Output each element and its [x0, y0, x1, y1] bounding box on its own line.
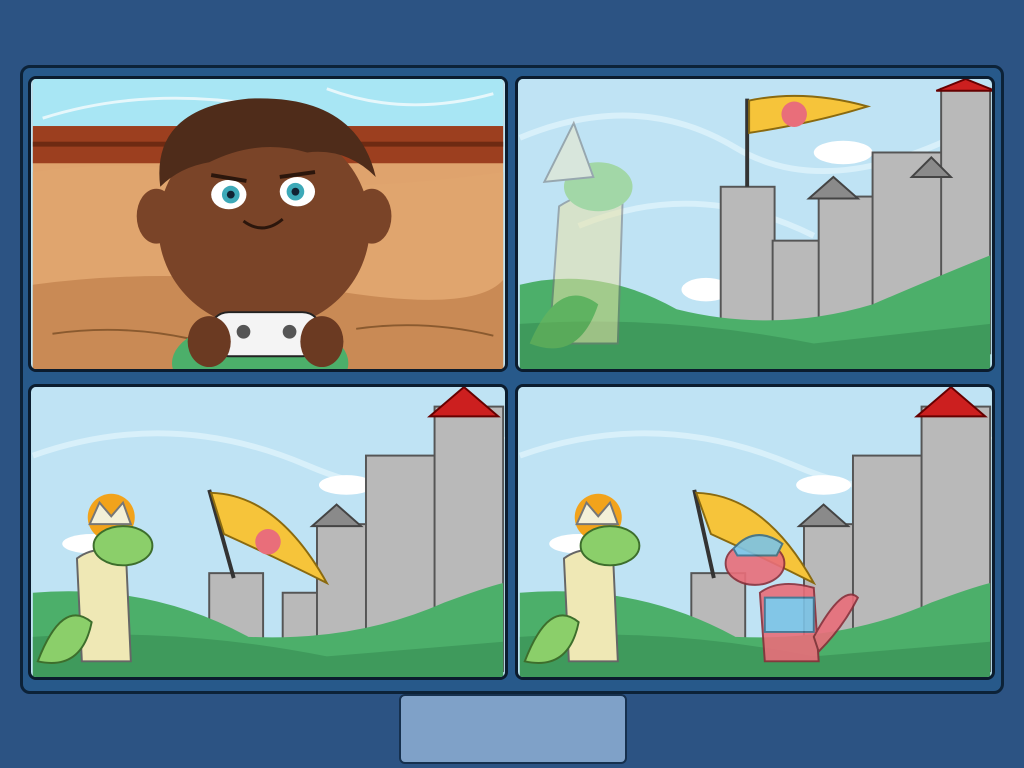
- comic-panel-4: [515, 384, 995, 680]
- wizard-dinosaur-castle-illustration: [518, 79, 992, 369]
- comic-panel-1: [28, 76, 508, 372]
- king-dinosaur-castle-illustration: [31, 387, 505, 677]
- comic-panel-3: [28, 384, 508, 680]
- boy-playing-game-illustration: [32, 79, 504, 369]
- comic-panel-2: [515, 76, 995, 372]
- continue-button[interactable]: [399, 694, 627, 764]
- knight-dinosaur-castle-illustration: [518, 387, 992, 677]
